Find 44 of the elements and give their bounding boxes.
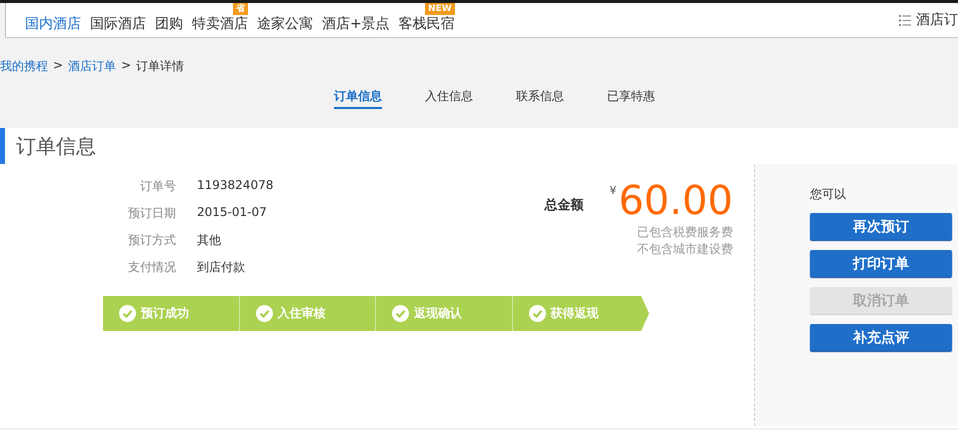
list-icon xyxy=(899,14,911,26)
detail-value: 到店付款 xyxy=(197,259,246,276)
action-button[interactable]: 补充点评 xyxy=(810,324,952,351)
nav-link[interactable]: 客栈民宿 xyxy=(398,16,455,32)
detail-value: 1193824078 xyxy=(197,178,274,194)
actions-title: 您可以 xyxy=(810,186,846,203)
breadcrumb-separator: > xyxy=(121,58,132,74)
nav-badge: 省 xyxy=(233,3,248,15)
nav-badge: NEW xyxy=(425,3,455,15)
breadcrumb-current: 订单详情 xyxy=(136,58,184,75)
total-amount: 60.00 xyxy=(618,178,733,224)
check-icon xyxy=(119,305,136,322)
breadcrumb-link[interactable]: 酒店订单 xyxy=(68,58,116,75)
check-icon xyxy=(392,305,409,322)
detail-label: 支付情况 xyxy=(127,259,176,276)
check-icon xyxy=(528,305,546,322)
total-label: 总金额 xyxy=(544,196,584,214)
nav-link[interactable]: 国内酒店 xyxy=(25,16,81,32)
breadcrumb-separator: > xyxy=(53,58,64,74)
action-button[interactable]: 再次预订 xyxy=(810,213,952,240)
progress-step: 入住审核 xyxy=(240,296,376,331)
breadcrumb-link[interactable]: 我的携程 xyxy=(0,58,48,75)
nav-link[interactable]: 途家公寓 xyxy=(257,16,313,32)
nav-link[interactable]: 酒店+景点 xyxy=(322,16,390,32)
section-tab[interactable]: 入住信息 xyxy=(425,88,473,109)
check-icon xyxy=(256,305,272,322)
nav-link[interactable]: 团购 xyxy=(155,16,183,32)
nav-link[interactable]: 国际酒店 xyxy=(90,16,146,32)
section-tab[interactable]: 订单信息 xyxy=(334,88,382,109)
price-note: 已包含税费服务费 xyxy=(637,224,733,241)
nav-link[interactable]: 特卖酒店 xyxy=(192,16,248,32)
currency-symbol: ¥ xyxy=(609,184,616,197)
action-button[interactable]: 打印订单 xyxy=(810,250,952,277)
detail-value: 2015-01-07 xyxy=(197,205,268,221)
detail-label: 预订日期 xyxy=(127,205,176,222)
price-note: 不包含城市建设费 xyxy=(637,241,733,258)
section-tab[interactable]: 已享特惠 xyxy=(607,88,655,109)
section-title: 订单信息 xyxy=(16,132,96,160)
hotel-orders-link[interactable]: 酒店订 xyxy=(916,11,958,29)
detail-value: 其他 xyxy=(197,232,222,249)
section-tab[interactable]: 联系信息 xyxy=(516,88,564,109)
detail-label: 订单号 xyxy=(139,178,176,195)
detail-label: 预订方式 xyxy=(127,232,176,249)
progress-step: 获得返现 xyxy=(512,296,649,331)
